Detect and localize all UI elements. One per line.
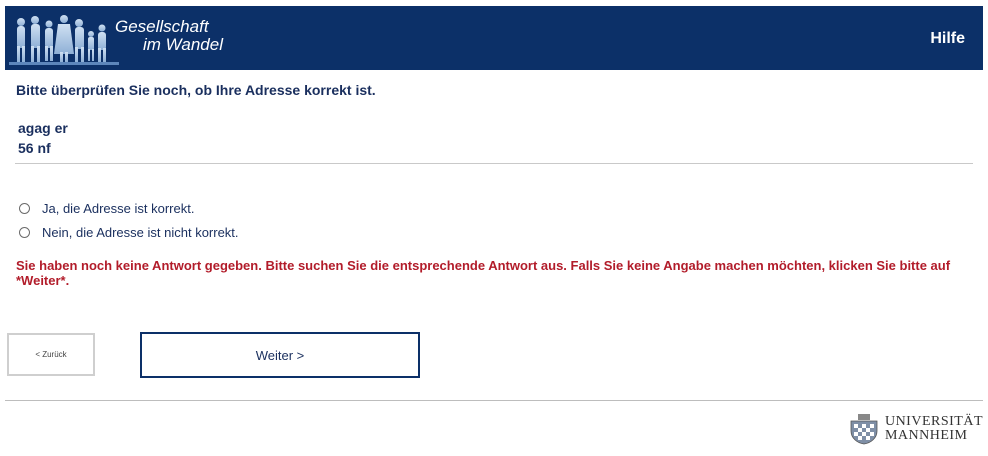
back-button[interactable]: < Zurück [7, 333, 95, 376]
answer-options: Ja, die Adresse ist korrekt. Nein, die A… [19, 196, 239, 244]
option-address-correct[interactable]: Ja, die Adresse ist korrekt. [19, 196, 239, 220]
university-line-2: MANNHEIM [884, 428, 968, 443]
divider [15, 163, 973, 164]
address-line-1: agag er [18, 120, 68, 136]
address-line-2: 56 nf [18, 140, 51, 156]
error-message: Sie haben noch keine Antwort gegeben. Bi… [16, 258, 951, 288]
crest-icon [850, 414, 878, 445]
help-link[interactable]: Hilfe [930, 30, 965, 48]
footer-divider [5, 400, 983, 401]
university-name: UNIVERSITÄT MANNHEIM [885, 415, 983, 443]
logo-line2: im Wandel [143, 35, 223, 54]
question-text: Bitte überprüfen Sie noch, ob Ihre Adres… [16, 82, 376, 98]
people-silhouettes-icon [9, 15, 119, 65]
university-line-1: UNIVERSITÄT [884, 414, 983, 429]
option-label: Nein, die Adresse ist nicht korrekt. [42, 224, 239, 240]
next-button[interactable]: Weiter > [140, 332, 420, 378]
logo-text: Gesellschaft im Wandel [115, 18, 223, 54]
logo-line1: Gesellschaft [115, 17, 209, 36]
header-bar: Gesellschaft im Wandel Hilfe [5, 6, 983, 70]
option-label: Ja, die Adresse ist korrekt. [42, 200, 195, 216]
radio-button[interactable] [19, 202, 30, 214]
radio-button[interactable] [19, 226, 30, 238]
gesellschaft-im-wandel-logo: Gesellschaft im Wandel [5, 6, 245, 70]
university-logo: UNIVERSITÄT MANNHEIM [847, 413, 983, 445]
option-address-incorrect[interactable]: Nein, die Adresse ist nicht korrekt. [19, 220, 239, 244]
address-block: agag er 56 nf [18, 118, 68, 158]
